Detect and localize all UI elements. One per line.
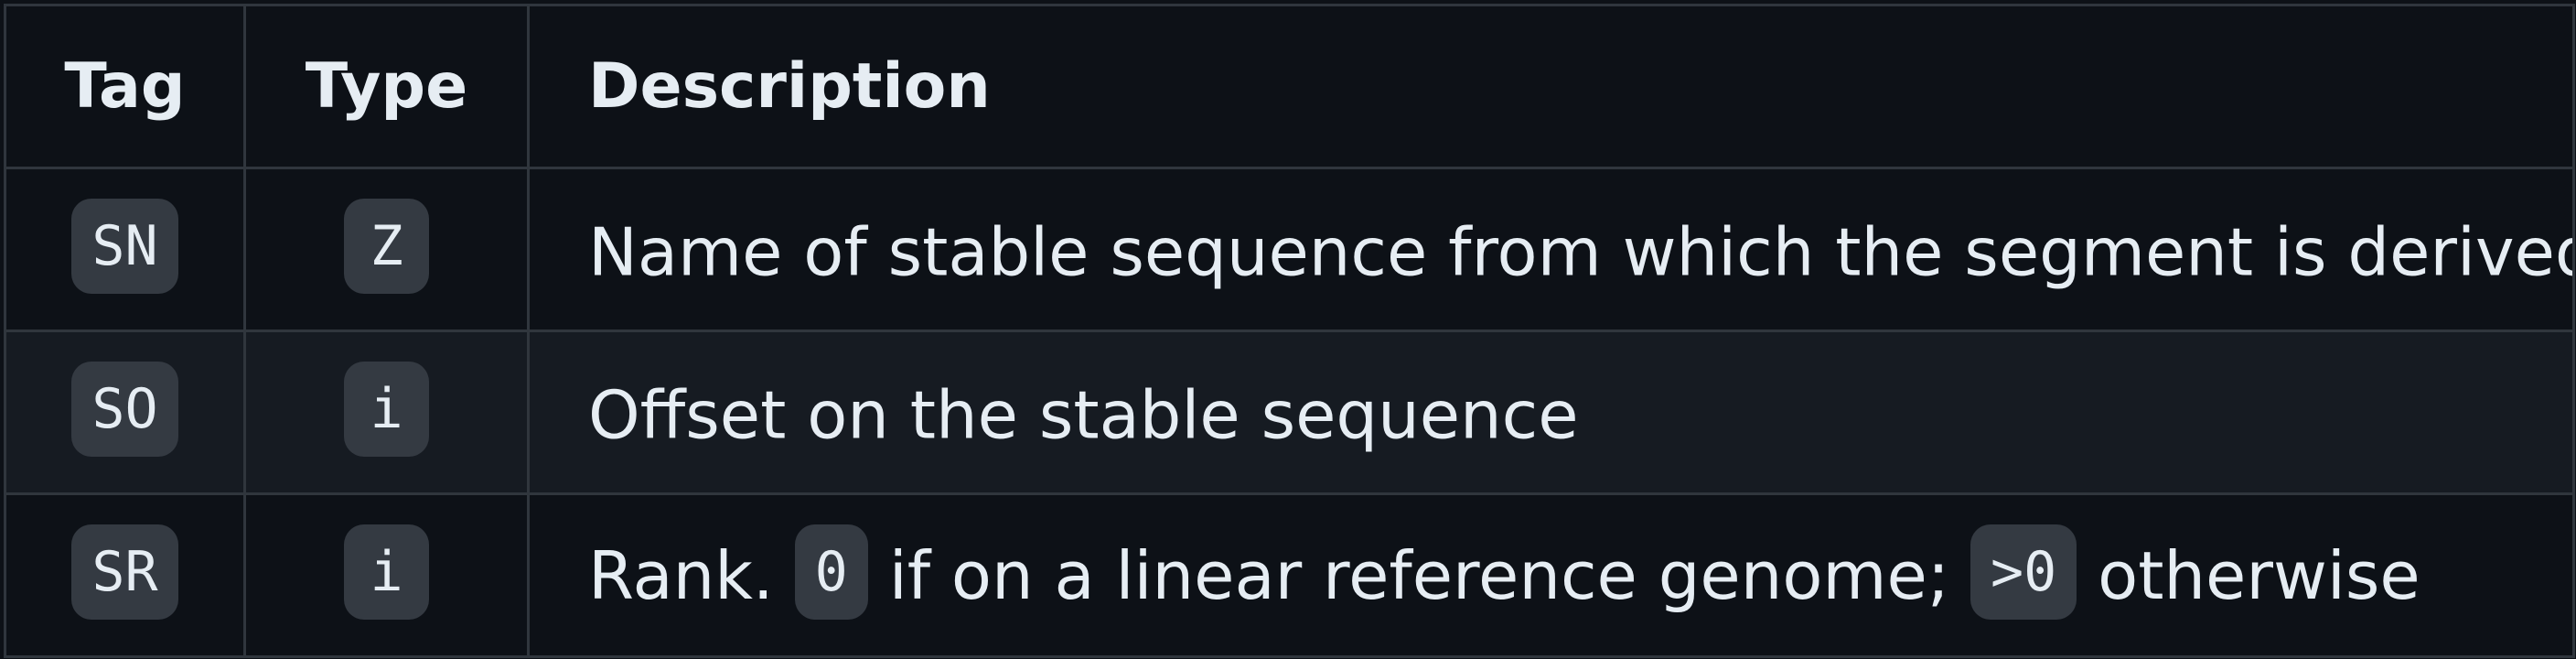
description-text-part-2: if on a linear reference genome; bbox=[888, 536, 1950, 614]
tag-code: SN bbox=[71, 198, 178, 294]
type-code: Z bbox=[344, 198, 429, 294]
type-code: i bbox=[344, 524, 429, 620]
page: Tag Type Description SN Z Name of stable… bbox=[0, 0, 2576, 659]
description-text-part-1: Rank. bbox=[588, 536, 774, 614]
inline-code-greater-than-zero: >0 bbox=[1970, 524, 2077, 620]
tag-table: Tag Type Description SN Z Name of stable… bbox=[4, 4, 2575, 658]
cell-tag: SO bbox=[4, 330, 246, 495]
header-description: Description bbox=[527, 4, 2575, 169]
description-text: Offset on the stable sequence bbox=[588, 376, 1579, 454]
description-text-part-3: otherwise bbox=[2098, 536, 2420, 614]
cell-description: Name of stable sequence from which the s… bbox=[527, 167, 2575, 332]
cell-type: Z bbox=[243, 167, 530, 332]
table-header-row: Tag Type Description bbox=[4, 4, 2575, 169]
tag-code: SR bbox=[71, 524, 178, 620]
inline-code-zero: 0 bbox=[794, 524, 868, 620]
tag-code: SO bbox=[71, 361, 178, 457]
table-row: SN Z Name of stable sequence from which … bbox=[4, 167, 2575, 332]
header-type: Type bbox=[243, 4, 530, 169]
cell-tag: SR bbox=[4, 492, 246, 658]
description-text: Name of stable sequence from which the s… bbox=[588, 213, 2574, 291]
cell-tag: SN bbox=[4, 167, 246, 332]
cell-type: i bbox=[243, 492, 530, 658]
cell-type: i bbox=[243, 330, 530, 495]
cell-description: Rank. 0 if on a linear reference genome;… bbox=[527, 492, 2575, 658]
header-tag: Tag bbox=[4, 4, 246, 169]
type-code: i bbox=[344, 361, 429, 457]
table-row: SR i Rank. 0 if on a linear reference ge… bbox=[4, 492, 2575, 658]
cell-description: Offset on the stable sequence bbox=[527, 330, 2575, 495]
table-row: SO i Offset on the stable sequence bbox=[4, 330, 2575, 495]
